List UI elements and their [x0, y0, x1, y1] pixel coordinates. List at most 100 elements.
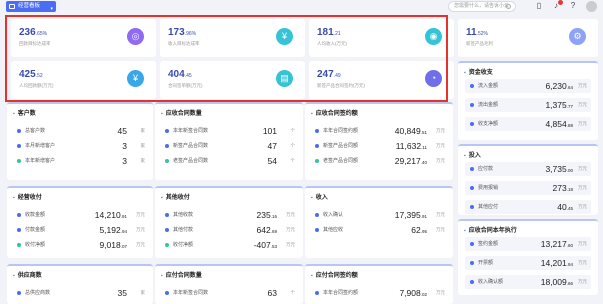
bullet-dot — [165, 228, 169, 232]
metric-row[interactable]: 其他付款 — [165, 225, 299, 235]
kpi-card[interactable]: 11.52% 新签产品毛利 ⚙ — [458, 19, 598, 57]
kpi-card[interactable]: 404.45 合同签单额(万元) ▤ — [160, 61, 305, 99]
metric-row[interactable]: 本年新增客户 — [17, 156, 149, 166]
metric-value: 29,217.40 — [395, 156, 427, 168]
metric-unit: 万元 — [436, 212, 445, 217]
kpi-value-int: 425 — [19, 69, 36, 80]
side-metric-card[interactable]: 流出金额 1,375.77 万元 — [465, 98, 591, 112]
avatar[interactable] — [586, 1, 597, 12]
side-metric-card[interactable]: 其他应付 40.45 万元 — [465, 200, 591, 214]
metric-value-decimals: .18 — [566, 187, 573, 192]
metric-row[interactable]: 新签产品合同额 — [315, 141, 449, 151]
metric-unit: 万元 — [436, 290, 445, 295]
side-metric-card[interactable]: 收支净额 4,854.88 万元 — [465, 117, 591, 131]
bullet-dot — [17, 291, 21, 295]
panel-title: ▪ 应收合同数量 — [161, 108, 202, 117]
metric-row[interactable]: 本年新签合同数 — [165, 288, 299, 298]
bell-icon[interactable]: ♪ — [551, 0, 563, 11]
metric-row[interactable]: 总客户数 — [17, 126, 149, 136]
metric-value-int: 3 — [122, 156, 127, 166]
metric-value-decimals: .66 — [566, 281, 573, 286]
grid-icon — [9, 4, 15, 9]
top-bar: 经营看板 ▾ 您需要什么，请告诉小云 ▯ ♪ ? — [0, 0, 603, 14]
kpi-value: 247.49 — [317, 69, 341, 80]
dashboard-switcher-button[interactable]: 经营看板 ▾ — [6, 1, 56, 12]
kpi-card[interactable]: 181.21 人均收入(万元) ◉ — [309, 19, 454, 57]
kpi-value-int: 236 — [19, 27, 36, 38]
bullet-dot — [315, 129, 319, 133]
panel-icon: ▪ — [311, 195, 313, 201]
metric-value: 63 — [268, 288, 277, 300]
side-metric-card[interactable]: 收入确认额 18,009.66 万元 — [465, 275, 591, 289]
bullet-dot — [315, 228, 319, 232]
metric-value-decimals: .11 — [421, 145, 427, 150]
metric-unit: 个 — [290, 290, 296, 295]
panel-title: ▪ 应收合同本年执行 — [464, 225, 517, 234]
metric-row[interactable]: 收款金额 — [17, 210, 149, 220]
help-icon[interactable]: ? — [568, 1, 578, 11]
metric-value: 54 — [268, 156, 277, 168]
metric-row[interactable]: 其他应收 — [315, 225, 449, 235]
panel-title: ▪ 经营收付 — [13, 192, 42, 201]
kpi-value-decimals: .21 — [333, 31, 341, 37]
kpi-card[interactable]: 247.49 新签产品合同签约(万元) ◔ — [309, 61, 454, 99]
search-input[interactable]: 您需要什么，请告诉小云 — [448, 1, 516, 12]
metric-row[interactable]: 总供应商数 — [17, 288, 149, 298]
side-metric-card[interactable]: 流入金额 6,230.64 万元 — [465, 79, 591, 93]
metric-unit: 万元 — [436, 128, 445, 133]
side-metric-card[interactable]: 开票额 14,201.94 万元 — [465, 256, 591, 270]
metric-value-int: 3 — [122, 141, 127, 151]
metric-value: -407.53 — [254, 240, 277, 252]
metric-label: 本年合同签约额 — [323, 128, 359, 134]
metric-value-int: 45 — [117, 126, 127, 136]
metric-value: 62.95 — [411, 225, 427, 237]
panel-title-text: 投入 — [468, 153, 481, 159]
metric-unit: 家 — [140, 143, 146, 148]
metric-unit: 万元 — [578, 83, 587, 88]
metric-label: 其他付款 — [173, 227, 194, 233]
metric-unit: 个 — [290, 158, 296, 163]
metric-row[interactable]: 收付净额 — [17, 240, 149, 250]
kpi-card[interactable]: 425.52 人均回款额(万元) ¥ — [11, 61, 156, 99]
metric-unit: 家 — [140, 128, 146, 133]
metric-row[interactable]: 本年新签合同数 — [165, 126, 299, 136]
mobile-icon[interactable]: ▯ — [534, 1, 544, 11]
bullet-dot — [470, 280, 474, 284]
side-metric-card[interactable]: 签约金额 13,217.60 万元 — [465, 237, 591, 251]
metric-unit: 万元 — [578, 166, 587, 171]
metric-row[interactable]: 付款金额 — [17, 225, 149, 235]
metric-value: 17,395.91 — [395, 210, 427, 222]
bullet-dot — [17, 243, 21, 247]
metric-label: 收入确认额 — [478, 279, 504, 285]
kpi-label: 人均回款额(万元) — [19, 83, 54, 88]
metric-row[interactable]: 本月新增客户 — [17, 141, 149, 151]
metric-row[interactable]: 老签产品合同额 — [315, 156, 449, 166]
metric-panel: ▪ 客户数 总客户数 45 家本月新增客户 3 家本年新增客户 3 家 — [7, 102, 153, 180]
bullet-dot — [17, 144, 21, 148]
metric-value: 5,192.94 — [99, 225, 127, 237]
metric-label: 流出金额 — [478, 102, 499, 108]
metric-unit: 万元 — [578, 121, 587, 126]
metric-value: 14,210.91 — [95, 210, 127, 222]
kpi-card[interactable]: 236.65% 回款目标达成率 ◎ — [11, 19, 156, 57]
metric-row[interactable]: 收付净额 — [165, 240, 299, 250]
metric-row[interactable]: 其他收款 — [165, 210, 299, 220]
panel-icon: ▪ — [161, 273, 163, 279]
metric-panel: ▪ 其他收付 其他收款 235.16 万元 其他付款 642.69 万元 收付净额 -407.53… — [155, 186, 303, 258]
metric-row[interactable]: 新签产品合同数 — [165, 141, 299, 151]
panel-title: ▪ 其他收付 — [161, 192, 190, 201]
metric-value-decimals: .53 — [270, 244, 277, 249]
panel-icon: ▪ — [464, 228, 466, 234]
kpi-value: 11.52% — [466, 27, 488, 38]
side-metric-card[interactable]: 应付款 3,735.00 万元 — [465, 162, 591, 176]
kpi-value-int: 404 — [168, 69, 185, 80]
metric-row[interactable]: 本年合同签约额 — [315, 288, 449, 298]
kpi-card[interactable]: 173.96% 收入目标达成率 ¥ — [160, 19, 305, 57]
metric-row[interactable]: 收入确认 — [315, 210, 449, 220]
metric-row[interactable]: 本年合同签约额 — [315, 126, 449, 136]
metric-value-decimals: .77 — [566, 104, 573, 109]
metric-panel: ▪ 收入 收入确认 17,395.91 万元 其他应收 62.95 万元 — [305, 186, 453, 258]
side-metric-card[interactable]: 费用报销 273.18 万元 — [465, 181, 591, 195]
metric-row[interactable]: 老签产品合同数 — [165, 156, 299, 166]
metric-value-int: 63 — [267, 288, 277, 298]
